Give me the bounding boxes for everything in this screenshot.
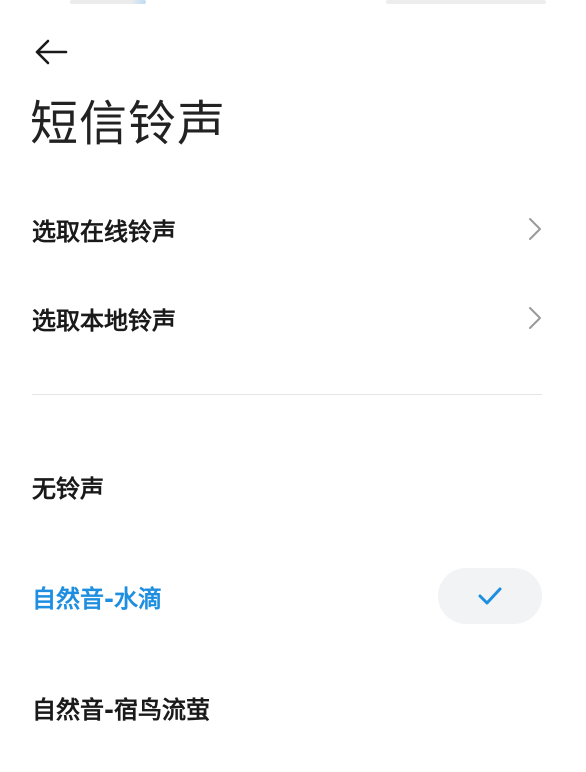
ringtone-item-water-drop[interactable]: 自然音-水滴	[0, 551, 586, 641]
chevron-right-icon	[526, 304, 544, 332]
back-button[interactable]	[28, 32, 74, 72]
arrow-left-icon	[35, 39, 68, 65]
checkmark-icon	[478, 587, 502, 605]
selected-indicator	[438, 568, 542, 624]
ringtone-label: 自然音-宿鸟流萤	[32, 695, 210, 724]
ringtone-label: 无铃声	[32, 474, 104, 503]
section-divider	[32, 394, 542, 395]
ringtone-item-none[interactable]: 无铃声	[0, 441, 586, 531]
ringtone-item-night-bird[interactable]: 自然音-宿鸟流萤	[0, 662, 586, 752]
ringtone-label: 自然音-水滴	[32, 584, 162, 613]
status-bar-right-items	[386, 0, 546, 4]
pick-online-ringtone-row[interactable]: 选取在线铃声	[0, 189, 586, 269]
page-title: 短信铃声	[30, 96, 227, 152]
status-bar-left-items	[70, 0, 146, 4]
pick-local-ringtone-row[interactable]: 选取本地铃声	[0, 278, 586, 358]
pick-local-ringtone-label: 选取本地铃声	[32, 306, 176, 335]
chevron-right-icon	[526, 215, 544, 243]
pick-online-ringtone-label: 选取在线铃声	[32, 217, 176, 246]
status-bar	[0, 0, 586, 8]
